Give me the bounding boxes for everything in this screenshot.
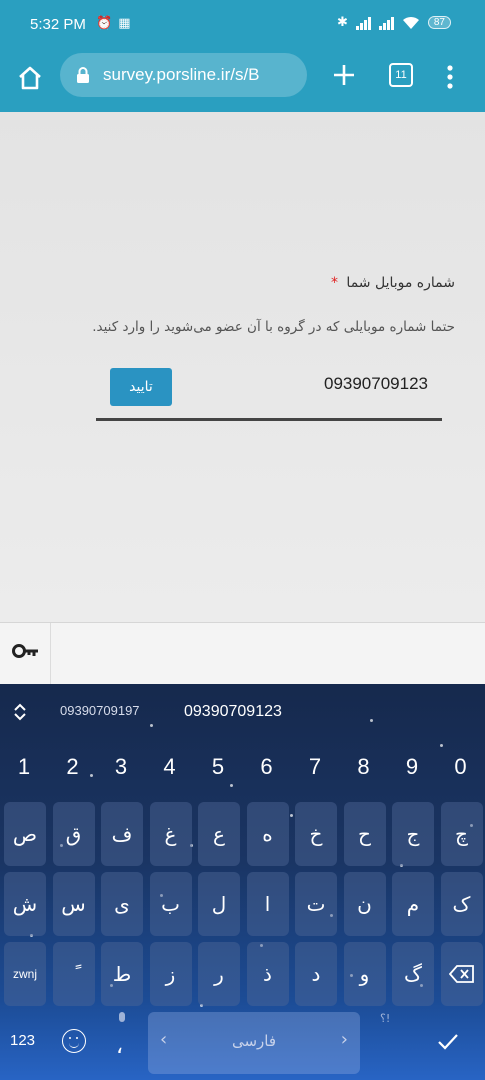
cursor-right-icon[interactable]: › (341, 1029, 348, 1050)
tab-switcher-button[interactable]: 11 (389, 63, 413, 87)
background-star (440, 744, 443, 747)
number-row: 1234567890 (0, 754, 485, 794)
letter-key[interactable]: ن (343, 872, 386, 936)
space-key[interactable]: ‹ فارسی › (148, 1012, 360, 1074)
emoji-icon[interactable] (62, 1029, 86, 1053)
letter-key[interactable]: چ (440, 802, 483, 866)
zwnj-key[interactable]: zwnj (4, 942, 46, 1006)
alarm-icon: ⏰ (96, 16, 113, 31)
question-title-text: شماره موبایل شما (346, 275, 455, 291)
browser-toolbar: survey.porsline.ir/s/B 11 (0, 50, 485, 112)
letter-key[interactable]: ی (101, 872, 143, 936)
letter-key[interactable]: ت (295, 872, 337, 936)
survey-page: شماره موبایل شما * حتما شماره موبایلی که… (0, 112, 485, 622)
more-options-icon[interactable] (440, 64, 460, 90)
letter-key[interactable]: ش (4, 872, 46, 936)
suggestion-bar: 09390709197 09390709123 (0, 684, 485, 738)
signal-icon-1 (355, 16, 371, 30)
letter-key[interactable]: ف (101, 802, 143, 866)
letter-key[interactable]: ک (440, 872, 483, 936)
letter-key[interactable]: ع (198, 802, 240, 866)
letter-key[interactable]: م (392, 872, 434, 936)
number-key[interactable]: 0 (437, 754, 485, 780)
comma-key[interactable]: ، (116, 1034, 123, 1059)
letter-key[interactable]: ط (101, 942, 143, 1006)
signal-icon-2 (378, 16, 394, 30)
autofill-bar (0, 622, 485, 685)
letter-key[interactable]: و (343, 942, 386, 1006)
status-bar: 5:32 PM ⏰ ▦ ✱ 87 (0, 0, 485, 50)
mobile-number-input[interactable]: 09390709123 تایید (96, 366, 442, 421)
mobile-number-value: 09390709123 (323, 374, 428, 393)
number-key[interactable]: 1 (0, 754, 48, 780)
keyboard-indicator-icon: ▦ (118, 16, 131, 31)
letter-key[interactable]: ص (4, 802, 46, 866)
letter-key[interactable]: ا (246, 872, 289, 936)
number-key[interactable]: 5 (194, 754, 242, 780)
question-description: حتما شماره موبایلی که در گروه با آن عضو … (92, 319, 455, 335)
number-key[interactable]: 2 (49, 754, 97, 780)
suggestion-1[interactable]: 09390709197 (60, 703, 140, 718)
letter-key[interactable]: خ (295, 802, 337, 866)
letter-key[interactable]: ه (246, 802, 289, 866)
letter-key[interactable]: ج (392, 802, 434, 866)
letter-key[interactable]: گ (392, 942, 434, 1006)
number-key[interactable]: 8 (340, 754, 388, 780)
suggestion-2[interactable]: 09390709123 (184, 703, 282, 721)
number-key[interactable]: 7 (291, 754, 339, 780)
number-key[interactable]: 3 (97, 754, 145, 780)
numeric-mode-key[interactable]: 123 (10, 1032, 35, 1049)
status-time: 5:32 PM (30, 16, 86, 33)
home-icon[interactable] (14, 62, 46, 94)
letter-key[interactable]: ً (52, 942, 95, 1006)
mic-icon[interactable] (116, 1012, 130, 1032)
bottom-key-row: 123 ، ‹ فارسی › ؟! (0, 1012, 485, 1076)
letter-key[interactable]: غ (149, 802, 192, 866)
required-mark: * (330, 275, 338, 291)
number-key[interactable]: 4 (146, 754, 194, 780)
new-tab-icon[interactable] (330, 61, 358, 89)
key-icon[interactable] (12, 643, 40, 659)
wifi-icon (402, 16, 419, 29)
letter-key[interactable]: ق (52, 802, 95, 866)
expand-toggle-icon[interactable] (12, 702, 28, 722)
battery-indicator: 87 (427, 16, 451, 29)
letter-key[interactable]: ل (198, 872, 240, 936)
number-key[interactable]: 6 (243, 754, 291, 780)
confirm-button[interactable]: تایید (110, 368, 172, 406)
address-bar[interactable]: survey.porsline.ir/s/B (60, 53, 307, 97)
number-key[interactable]: 9 (388, 754, 436, 780)
lock-icon (77, 67, 89, 83)
question-title: شماره موبایل شما * (331, 275, 455, 291)
letter-key[interactable]: س (52, 872, 95, 936)
url-text: survey.porsline.ir/s/B (103, 65, 260, 84)
space-key-label: فارسی (231, 1032, 277, 1050)
letter-key[interactable]: ح (343, 802, 386, 866)
bluetooth-icon: ✱ (336, 15, 348, 30)
soft-keyboard: 09390709197 09390709123 1234567890 صقفغع… (0, 684, 485, 1080)
letter-key[interactable]: ذ (246, 942, 289, 1006)
letter-key[interactable]: ر (198, 942, 240, 1006)
autofill-divider (50, 623, 51, 685)
background-star (290, 814, 293, 817)
enter-check-icon[interactable] (436, 1032, 460, 1052)
letter-key[interactable]: ز (149, 942, 192, 1006)
letter-key[interactable]: د (295, 942, 337, 1006)
backspace-icon[interactable] (440, 942, 483, 1006)
letter-key[interactable]: ب (149, 872, 192, 936)
punctuation-hint: ؟! (380, 1012, 391, 1025)
